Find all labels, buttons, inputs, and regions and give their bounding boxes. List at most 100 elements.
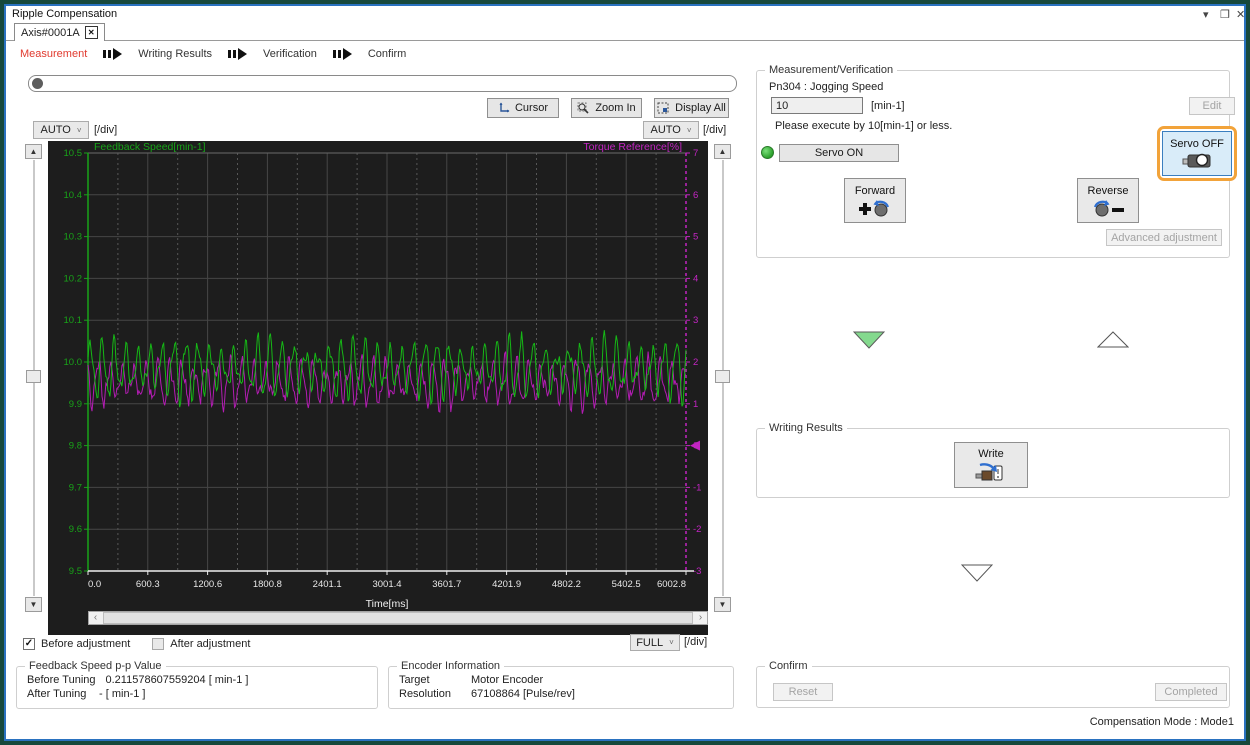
time-scale-dropdown[interactable]: FULL ˅ bbox=[630, 634, 680, 651]
before-adjustment-checkbox[interactable]: ✓ bbox=[23, 638, 35, 650]
step-arrow-icon bbox=[103, 48, 123, 60]
time-scrollbar[interactable]: ‹ › bbox=[88, 611, 708, 625]
left-axis-slider[interactable]: ▲ ▼ bbox=[25, 144, 43, 612]
window-title: Ripple Compensation bbox=[12, 8, 118, 20]
svg-text:9.9: 9.9 bbox=[69, 399, 82, 410]
chevron-down-icon: ˅ bbox=[686, 125, 692, 135]
jogging-speed-input[interactable] bbox=[771, 97, 863, 114]
svg-text:10.0: 10.0 bbox=[64, 357, 83, 368]
encoder-target-value: Motor Encoder bbox=[471, 674, 544, 686]
tab-close-icon[interactable]: ✕ bbox=[84, 26, 98, 39]
svg-text:1: 1 bbox=[693, 399, 698, 410]
magnifier-icon bbox=[577, 102, 589, 114]
progress-knob[interactable] bbox=[32, 78, 43, 89]
slider-up-button[interactable]: ▲ bbox=[25, 144, 42, 159]
reset-button[interactable]: Reset bbox=[773, 683, 833, 701]
before-tuning-value: 0.211578607559204 [ min-1 ] bbox=[105, 674, 249, 686]
svg-text:3: 3 bbox=[693, 315, 698, 326]
chevron-down-icon: ˅ bbox=[76, 125, 82, 135]
svg-text:9.8: 9.8 bbox=[69, 441, 82, 452]
after-adjustment-checkbox[interactable] bbox=[152, 638, 165, 650]
completed-button[interactable]: Completed bbox=[1155, 683, 1227, 701]
svg-text:9.5: 9.5 bbox=[69, 566, 82, 577]
svg-text:10.2: 10.2 bbox=[64, 273, 83, 284]
slider-thumb[interactable] bbox=[715, 370, 730, 383]
display-all-button[interactable]: Display All bbox=[654, 98, 729, 118]
flow-up-triangle-icon bbox=[1097, 331, 1129, 348]
maximize-icon[interactable]: ❐ bbox=[1220, 8, 1230, 21]
after-tuning-row: After Tuning - [ min-1 ] bbox=[27, 688, 146, 700]
svg-text:4: 4 bbox=[693, 273, 698, 284]
ripple-compensation-window: Ripple Compensation ▾ ❐ ✕ Axis#0001A ✕ M… bbox=[0, 0, 1250, 745]
jogging-notice: Please execute by 10[min-1] or less. bbox=[775, 120, 953, 132]
servo-off-highlight: Servo OFF bbox=[1157, 126, 1237, 181]
chevron-down-icon: ˅ bbox=[669, 638, 674, 647]
zoom-in-button[interactable]: Zoom In bbox=[571, 98, 642, 118]
scroll-thumb[interactable] bbox=[103, 612, 693, 624]
write-button[interactable]: Write bbox=[954, 442, 1028, 488]
display-all-icon bbox=[657, 102, 669, 113]
edit-button[interactable]: Edit bbox=[1189, 97, 1235, 115]
pp-value-group: Feedback Speed p-p Value Before Tuning 0… bbox=[16, 660, 378, 709]
servo-on-button[interactable]: Servo ON bbox=[779, 144, 899, 162]
triangle-up-icon: ▲ bbox=[29, 146, 38, 156]
slider-thumb[interactable] bbox=[26, 370, 41, 383]
step-confirm: Confirm bbox=[367, 48, 407, 60]
svg-text:-1: -1 bbox=[693, 482, 701, 493]
slider-up-button[interactable]: ▲ bbox=[714, 144, 731, 159]
tab-label: Axis#0001A bbox=[21, 26, 80, 39]
scroll-right-icon[interactable]: › bbox=[694, 612, 707, 624]
right-axis-slider[interactable]: ▲ ▼ bbox=[714, 144, 732, 612]
step-measurement: Measurement bbox=[20, 48, 88, 60]
scroll-left-icon[interactable]: ‹ bbox=[89, 612, 102, 624]
left-scale-unit: [/div] bbox=[94, 124, 118, 136]
right-scale-unit: [/div] bbox=[703, 124, 727, 136]
advanced-adjustment-button[interactable]: Advanced adjustment bbox=[1106, 229, 1222, 246]
flow-down-triangle-active-icon bbox=[853, 331, 885, 349]
pp-value-title: Feedback Speed p-p Value bbox=[25, 660, 166, 672]
measurement-progress-track[interactable] bbox=[28, 75, 737, 92]
forward-button[interactable]: Forward bbox=[844, 178, 906, 223]
left-scale-dropdown[interactable]: AUTO ˅ bbox=[33, 121, 89, 139]
tab-axis0001a[interactable]: Axis#0001A ✕ bbox=[14, 23, 105, 41]
cursor-axes-icon bbox=[499, 102, 510, 113]
write-to-encoder-icon bbox=[975, 463, 1003, 481]
confirm-title: Confirm bbox=[765, 660, 812, 672]
svg-text:Torque Reference[%]: Torque Reference[%] bbox=[583, 141, 682, 153]
svg-text:-3: -3 bbox=[693, 566, 701, 577]
svg-text:3001.4: 3001.4 bbox=[372, 579, 401, 590]
before-tuning-row: Before Tuning 0.211578607559204 [ min-1 … bbox=[27, 674, 249, 686]
encoder-resolution-value: 67108864 [Pulse/rev] bbox=[471, 688, 575, 700]
svg-text:9.6: 9.6 bbox=[69, 524, 82, 535]
right-scale-dropdown[interactable]: AUTO ˅ bbox=[643, 121, 699, 139]
svg-text:5402.5: 5402.5 bbox=[612, 579, 641, 590]
jogging-speed-unit: [min-1] bbox=[871, 100, 905, 112]
svg-text:10.4: 10.4 bbox=[64, 190, 83, 201]
time-scale-unit: [/div] bbox=[684, 636, 708, 648]
writing-results-title: Writing Results bbox=[765, 422, 847, 434]
after-adjustment-label: After adjustment bbox=[170, 638, 251, 650]
reverse-jog-icon bbox=[1093, 199, 1124, 216]
triangle-up-icon: ▲ bbox=[718, 146, 727, 156]
measurement-verification-title: Measurement/Verification bbox=[765, 64, 898, 76]
svg-text:9.7: 9.7 bbox=[69, 482, 82, 493]
encoder-resolution-row: Resolution 67108864 [Pulse/rev] bbox=[399, 688, 575, 700]
slider-down-button[interactable]: ▼ bbox=[714, 597, 731, 612]
svg-text:1800.8: 1800.8 bbox=[253, 579, 282, 590]
window-menu-icon[interactable]: ▾ bbox=[1203, 8, 1209, 21]
close-icon[interactable]: ✕ bbox=[1236, 8, 1245, 21]
step-verification: Verification bbox=[263, 48, 317, 60]
encoder-info-title: Encoder Information bbox=[397, 660, 505, 672]
slider-down-button[interactable]: ▼ bbox=[25, 597, 42, 612]
wizard-steps: Measurement Writing Results Verification… bbox=[20, 48, 406, 60]
svg-text:5: 5 bbox=[693, 232, 698, 243]
before-adjustment-checkbox-row: ✓ Before adjustment After adjustment bbox=[23, 638, 250, 650]
svg-text:7: 7 bbox=[693, 148, 698, 159]
servo-off-button[interactable]: Servo OFF bbox=[1162, 131, 1232, 176]
forward-jog-icon bbox=[859, 199, 890, 216]
triangle-down-icon: ▼ bbox=[29, 599, 38, 609]
cursor-button[interactable]: Cursor bbox=[487, 98, 559, 118]
svg-text:600.3: 600.3 bbox=[136, 579, 160, 590]
svg-text:2: 2 bbox=[693, 357, 698, 368]
reverse-button[interactable]: Reverse bbox=[1077, 178, 1139, 223]
